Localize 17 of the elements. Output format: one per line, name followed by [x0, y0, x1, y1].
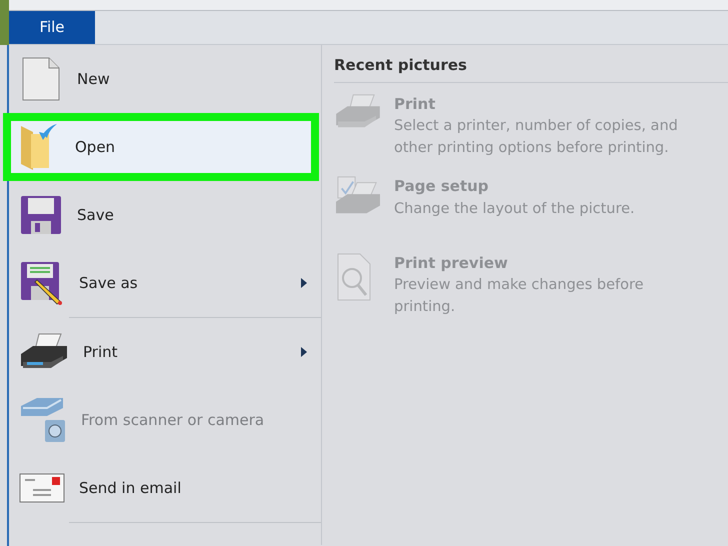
panel-heading: Recent pictures: [334, 45, 728, 82]
envelope-icon: [19, 473, 65, 503]
option-title: Page setup: [394, 176, 490, 197]
menu-item[interactable]: Open: [3, 113, 319, 181]
menu-item[interactable]: Send in email: [9, 454, 321, 522]
scanner-camera-icon: [19, 396, 67, 444]
floppy-disk-pencil-icon: [19, 260, 65, 306]
menu-item[interactable]: Print: [9, 318, 321, 386]
option-description: Change the layout of the picture.: [394, 200, 636, 218]
menu-item[interactable]: Save as: [9, 249, 321, 317]
option-title: Print: [394, 94, 436, 114]
option-description: Preview and make changes before printing.: [394, 276, 645, 317]
option-title: Print preview: [394, 252, 509, 274]
file-tab[interactable]: File: [9, 11, 95, 44]
menu-item[interactable]: Save: [9, 181, 321, 249]
option-description: Select a printer, number of copies, and other printing options before printing.: [394, 117, 679, 158]
menu-item[interactable]: New: [9, 45, 321, 113]
